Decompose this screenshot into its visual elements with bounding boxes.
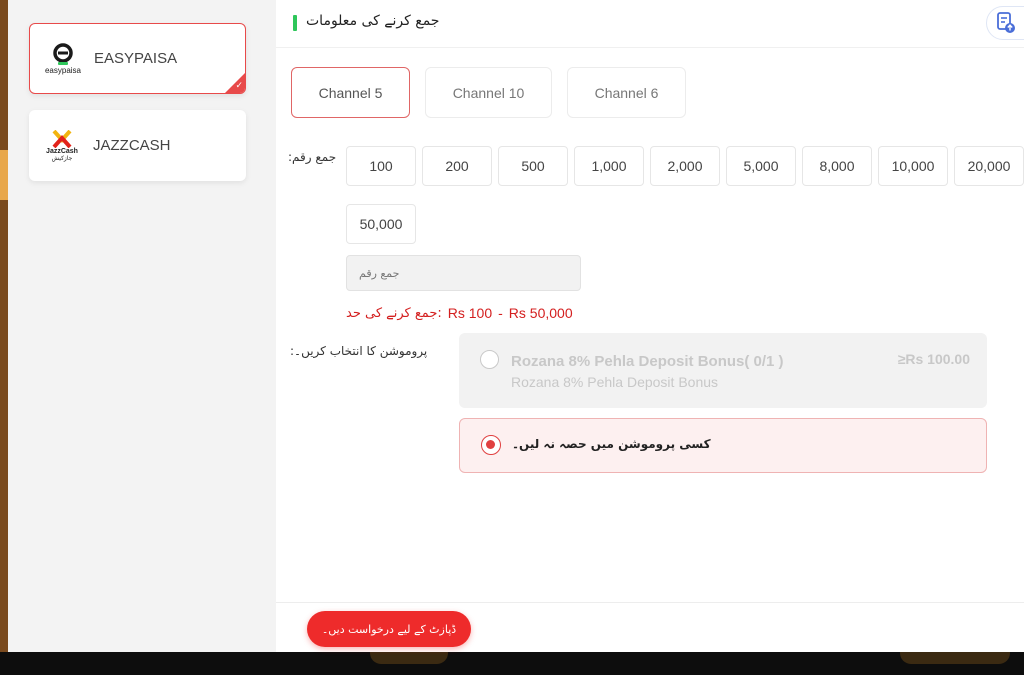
promotion-none-label: کسی پروموشن میں حصہ نہ لیں۔ [512, 437, 711, 451]
radio-button [480, 350, 499, 369]
amount-option[interactable]: 200 [422, 146, 492, 186]
payment-method-easypaisa[interactable]: easypaisa EASYPAISA ✓ [29, 23, 246, 94]
document-upload-icon [997, 12, 1015, 33]
jazzcash-logo-icon [52, 129, 72, 148]
amount-label: :جمع رقم [288, 150, 337, 164]
deposit-form: جمع کرنے کی معلومات Channel 5 Channel 10… [276, 0, 1024, 652]
deposit-limit: جمع کرنے کی حد: Rs 100 - Rs 50,000 [346, 305, 573, 321]
radio-dot [486, 440, 495, 449]
check-icon: ✓ [235, 81, 243, 91]
channel-tab[interactable]: Channel 6 [567, 67, 686, 118]
amount-option[interactable]: 8,000 [802, 146, 872, 186]
amount-option[interactable]: 5,000 [726, 146, 796, 186]
payment-method-jazzcash[interactable]: JazzCash جازکیش JAZZCASH [29, 110, 246, 181]
limit-min: Rs 100 [447, 305, 493, 321]
promotion-subtitle: Rozana 8% Pehla Deposit Bonus [511, 374, 719, 390]
promotion-option-bonus: Rozana 8% Pehla Deposit Bonus( 0/1 ) Roz… [459, 333, 987, 408]
backdrop-ghost-button [370, 652, 448, 664]
form-header: جمع کرنے کی معلومات [276, 0, 1024, 48]
promotion-label: :پروموشن کا انتخاب کریں۔ [290, 344, 428, 358]
jazzcash-logo-text-urdu: جازکیش [51, 154, 73, 162]
backdrop-bottom [0, 652, 1024, 675]
payment-method-sidebar: easypaisa EASYPAISA ✓ JazzCash جازکیش JA… [8, 0, 276, 652]
easypaisa-logo-icon [53, 42, 73, 65]
easypaisa-logo-text: easypaisa [44, 65, 82, 75]
amount-option[interactable]: 20,000 [954, 146, 1024, 186]
amount-option[interactable]: 1,000 [574, 146, 644, 186]
promotion-min-amount: ≥Rs 100.00 [897, 351, 970, 367]
easypaisa-logo: easypaisa [40, 36, 86, 82]
deposit-modal: easypaisa EASYPAISA ✓ JazzCash جازکیش JA… [8, 0, 1024, 652]
promotion-title: Rozana 8% Pehla Deposit Bonus( 0/1 ) [511, 353, 784, 370]
channel-tab[interactable]: Channel 10 [425, 67, 552, 118]
jazzcash-logo-text: JazzCash [46, 147, 78, 155]
backdrop-notch [0, 150, 8, 200]
amount-option[interactable]: 2,000 [650, 146, 720, 186]
limit-max: Rs 50,000 [508, 305, 573, 321]
amount-option[interactable]: 100 [346, 146, 416, 186]
deposit-records-button[interactable] [986, 6, 1024, 40]
title-accent-bar [293, 15, 297, 31]
amount-input[interactable] [346, 255, 581, 291]
amount-option[interactable]: 10,000 [878, 146, 948, 186]
limit-label: جمع کرنے کی حد: [346, 305, 442, 321]
limit-separator: - [498, 305, 503, 321]
promotion-option-none[interactable]: کسی پروموشن میں حصہ نہ لیں۔ [459, 418, 987, 473]
backdrop-edge [0, 0, 8, 675]
backdrop-ghost-button [900, 652, 1010, 664]
radio-button-selected[interactable] [481, 435, 501, 455]
submit-deposit-button[interactable]: ڈپازٹ کے لیے درخواست دیں۔ [307, 611, 471, 647]
amount-option[interactable]: 500 [498, 146, 568, 186]
channel-tab[interactable]: Channel 5 [291, 67, 410, 118]
amount-option[interactable]: 50,000 [346, 204, 416, 244]
payment-method-name: EASYPAISA [94, 50, 178, 67]
payment-method-name: JAZZCASH [93, 137, 171, 154]
page-title: جمع کرنے کی معلومات [306, 13, 440, 29]
jazzcash-logo: JazzCash جازکیش [39, 123, 85, 169]
